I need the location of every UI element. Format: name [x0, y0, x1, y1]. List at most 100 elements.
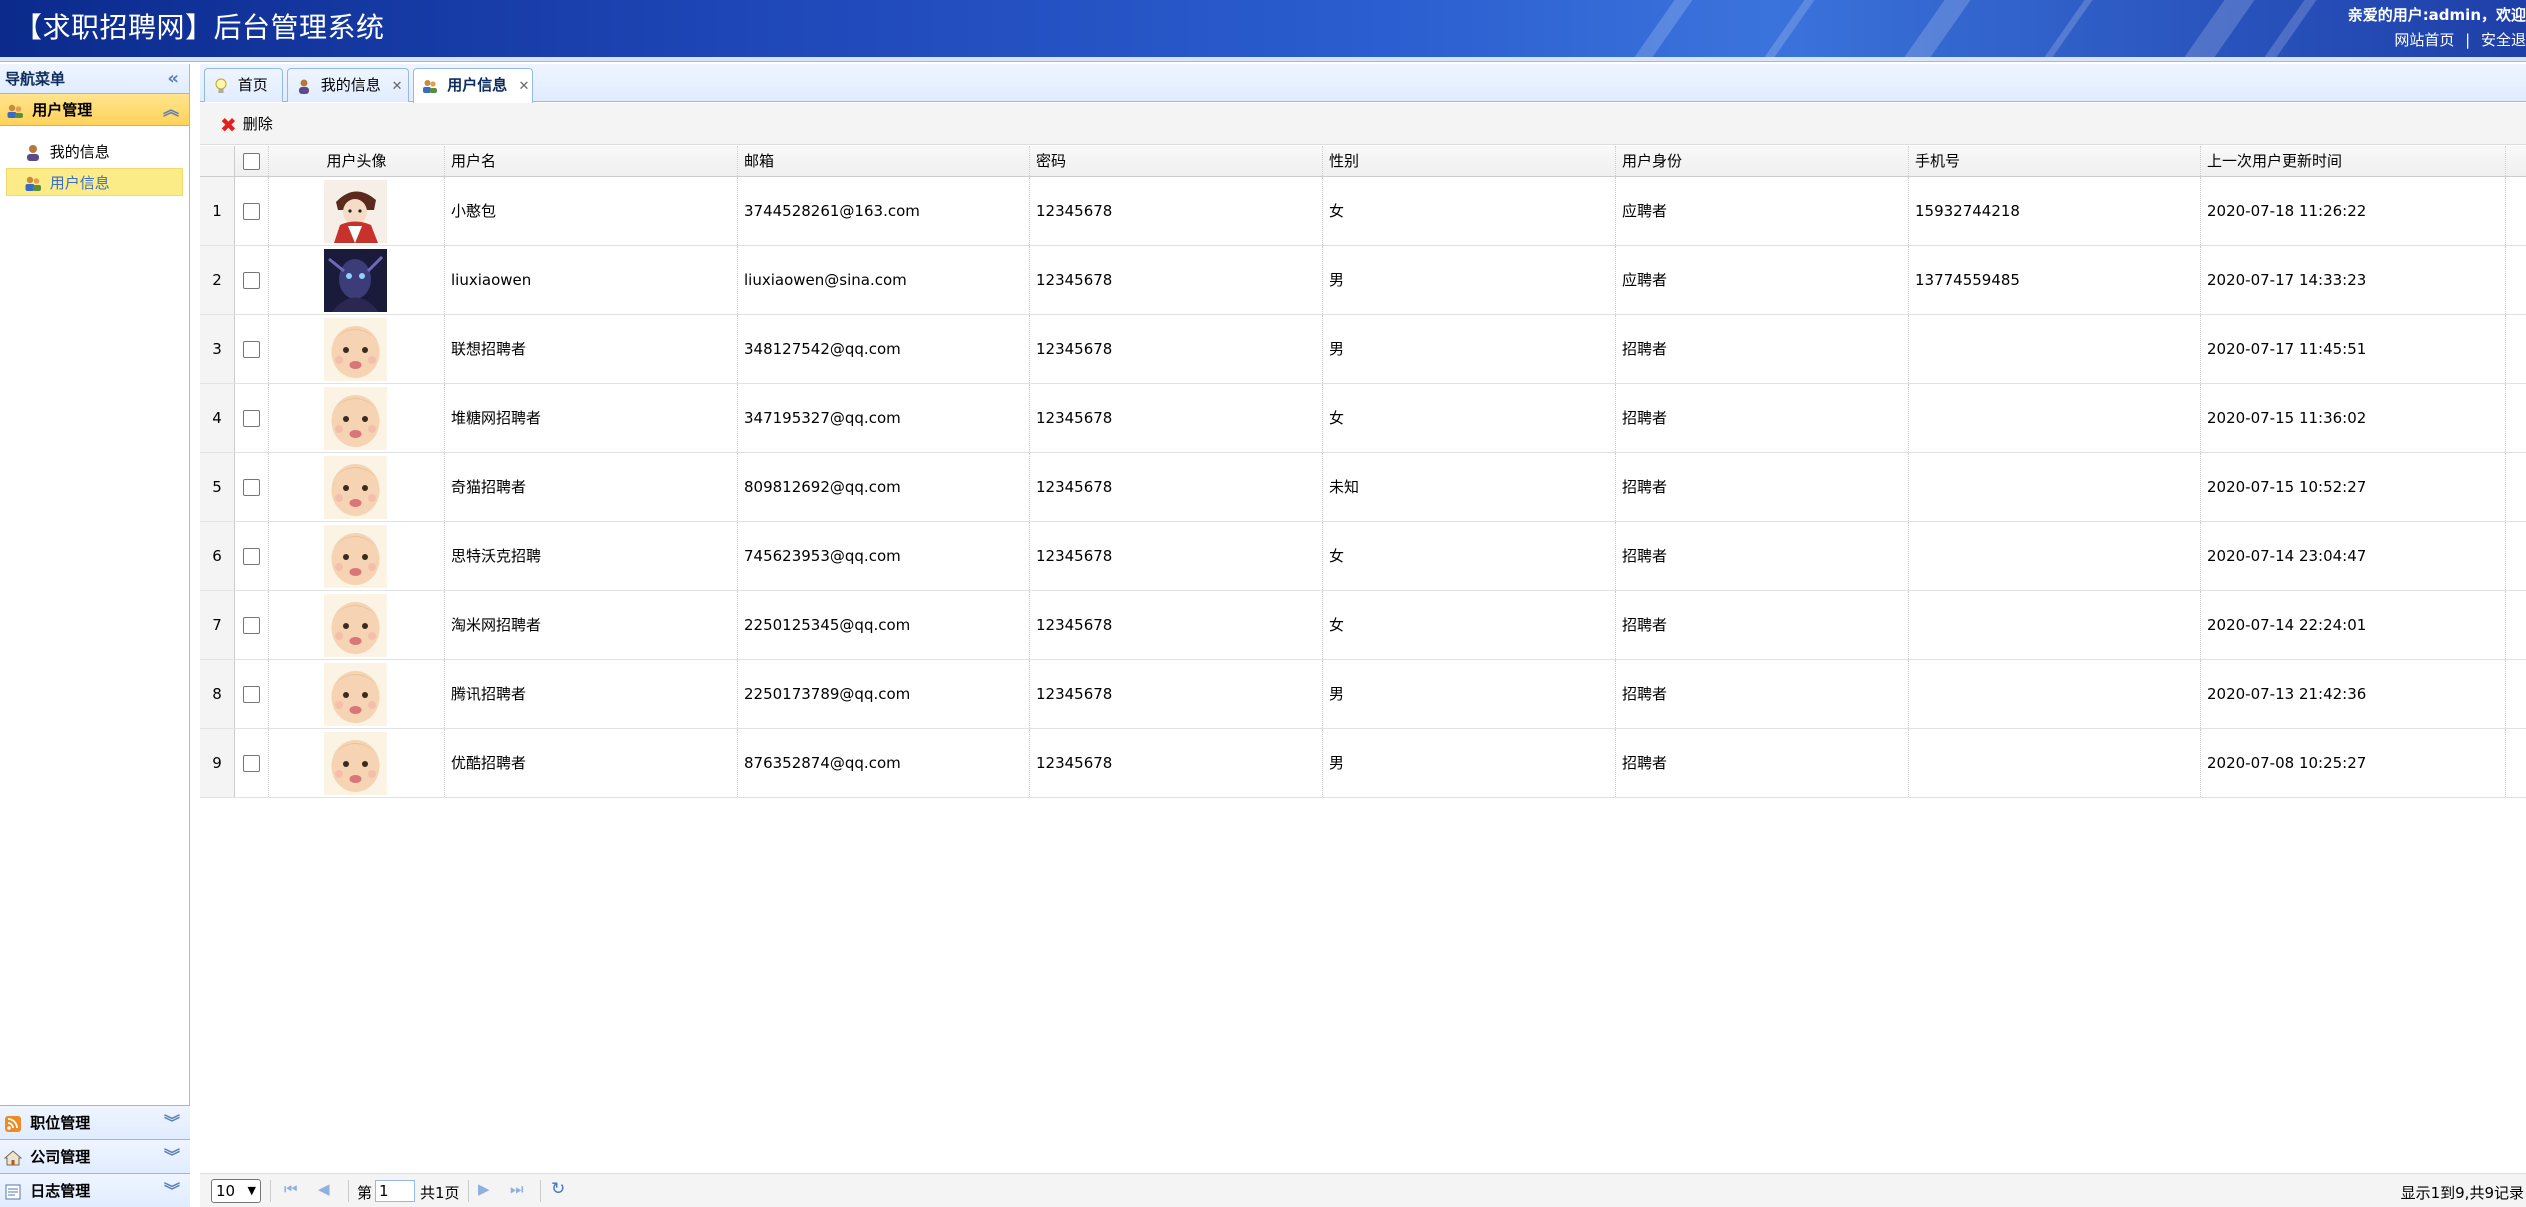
- cell-phone: [1909, 729, 2201, 797]
- tab-my-info[interactable]: 我的信息 ✕: [287, 68, 409, 102]
- col-header-updated[interactable]: 上一次用户更新时间: [2201, 146, 2506, 176]
- row-checkbox[interactable]: [243, 548, 260, 565]
- cell-avatar: [269, 384, 445, 452]
- chevron-down-icon[interactable]: ︾: [164, 1106, 180, 1140]
- link-separator: |: [2465, 31, 2471, 49]
- collapsed-groups: 职位管理 ︾ 公司管理 ︾ 日志管理 ︾: [0, 1105, 190, 1207]
- cell-role: 招聘者: [1616, 729, 1909, 797]
- row-checkbox[interactable]: [243, 341, 260, 358]
- sidebar-header: 导航菜单 «: [0, 64, 189, 94]
- cell-email: 876352874@qq.com: [738, 729, 1030, 797]
- users-icon: [25, 176, 41, 191]
- page-size-select[interactable]: 10 ▼: [211, 1179, 261, 1203]
- prev-page-icon[interactable]: ◀: [318, 1180, 330, 1198]
- cell-email: 348127542@qq.com: [738, 315, 1030, 383]
- cell-avatar: [269, 177, 445, 245]
- sidebar-group-company-management[interactable]: 公司管理 ︾: [0, 1139, 190, 1173]
- cell-username: 优酷招聘者: [445, 729, 738, 797]
- cell-gender: 男: [1323, 315, 1616, 383]
- cell-avatar: [269, 246, 445, 314]
- col-header-phone[interactable]: 手机号: [1909, 146, 2201, 176]
- row-number: 3: [200, 315, 235, 383]
- row-checkbox[interactable]: [243, 203, 260, 220]
- sidebar-item-user-info[interactable]: 用户信息: [6, 168, 183, 196]
- delete-button[interactable]: ✖ 删除: [220, 111, 273, 137]
- cell-username: 小憨包: [445, 177, 738, 245]
- tab-home[interactable]: 首页: [204, 68, 283, 102]
- chevron-up-icon[interactable]: ︽: [163, 94, 179, 126]
- col-header-gender[interactable]: 性别: [1323, 146, 1616, 176]
- table-row[interactable]: 9 优酷招聘者 876352874@qq.com 12345678 男招聘者 2020-0…: [200, 729, 2526, 798]
- avatar: [324, 318, 387, 381]
- row-number: 6: [200, 522, 235, 590]
- table-row[interactable]: 8 腾讯招聘者 2250173789@qq.com 12345678 男招聘者 2020-…: [200, 660, 2526, 729]
- col-header-password[interactable]: 密码: [1030, 146, 1323, 176]
- site-home-link[interactable]: 网站首页: [2394, 31, 2454, 49]
- col-header-role[interactable]: 用户身份: [1616, 146, 1909, 176]
- row-checkbox[interactable]: [243, 479, 260, 496]
- sidebar-group-label: 公司管理: [30, 1148, 91, 1166]
- cell-username: 淘米网招聘者: [445, 591, 738, 659]
- sidebar-item-label: 用户信息: [49, 174, 110, 192]
- cell-avatar: [269, 729, 445, 797]
- table-row[interactable]: 4 堆糖网招聘者 347195327@qq.com 12345678 女招聘者 2020-…: [200, 384, 2526, 453]
- col-header-avatar[interactable]: 用户头像: [269, 146, 445, 176]
- sidebar-items: 我的信息 用户信息: [0, 126, 189, 196]
- sidebar-group-log-management[interactable]: 日志管理 ︾: [0, 1173, 190, 1207]
- cell-email: 745623953@qq.com: [738, 522, 1030, 590]
- row-select-cell: [235, 315, 269, 383]
- col-header-email[interactable]: 邮箱: [738, 146, 1030, 176]
- page-prefix: 第: [357, 1184, 373, 1202]
- row-checkbox[interactable]: [243, 272, 260, 289]
- user-grid: 用户头像 用户名 邮箱 密码 性别 用户身份 手机号 上一次用户更新时间 1 小憨…: [200, 146, 2526, 798]
- select-all-checkbox[interactable]: [243, 153, 260, 170]
- last-page-icon[interactable]: ⏭: [510, 1180, 524, 1198]
- table-row[interactable]: 5 奇猫招聘者 809812692@qq.com 12345678 未知 招聘者 2020-…: [200, 453, 2526, 522]
- users-icon: [7, 104, 23, 118]
- table-row[interactable]: 2 liuxiaowen liuxiaowen@sina.com 12345678 男应…: [200, 246, 2526, 315]
- cell-email: 347195327@qq.com: [738, 384, 1030, 452]
- cell-role: 招聘者: [1616, 315, 1909, 383]
- row-checkbox[interactable]: [243, 617, 260, 634]
- table-row[interactable]: 6 思特沃克招聘 745623953@qq.com 12345678 女招聘者 2020-…: [200, 522, 2526, 591]
- row-checkbox[interactable]: [243, 755, 260, 772]
- delete-label: 删除: [242, 115, 273, 133]
- row-select-cell: [235, 660, 269, 728]
- chevron-down-icon[interactable]: ︾: [164, 1140, 180, 1174]
- avatar: [324, 594, 387, 657]
- sidebar-item-label: 我的信息: [49, 143, 110, 161]
- cell-updated: 2020-07-14 22:24:01: [2201, 591, 2506, 659]
- col-header-username[interactable]: 用户名: [445, 146, 738, 176]
- sidebar-group-label: 日志管理: [30, 1182, 91, 1200]
- next-page-icon[interactable]: ▶: [478, 1180, 490, 1198]
- row-checkbox[interactable]: [243, 410, 260, 427]
- refresh-icon[interactable]: ↻: [551, 1179, 565, 1199]
- chevron-down-icon[interactable]: ︾: [164, 1174, 180, 1207]
- cell-password: 12345678: [1030, 522, 1323, 590]
- avatar: [324, 456, 387, 519]
- page-number-input[interactable]: 1: [375, 1180, 415, 1202]
- sidebar-group-user-management[interactable]: 用户管理 ︽: [0, 94, 189, 126]
- table-row[interactable]: 3 联想招聘者 348127542@qq.com 12345678 男招聘者 2020-0…: [200, 315, 2526, 384]
- sidebar-group-job-management[interactable]: 职位管理 ︾: [0, 1105, 190, 1139]
- row-checkbox[interactable]: [243, 686, 260, 703]
- safe-exit-link[interactable]: 安全退: [2481, 31, 2526, 49]
- cell-role: 应聘者: [1616, 246, 1909, 314]
- table-row[interactable]: 1 小憨包 3744528261@163.com 12345678 女应聘者 159327…: [200, 177, 2526, 246]
- tab-user-info[interactable]: 用户信息 ✕: [413, 68, 533, 103]
- lightbulb-icon: [215, 78, 227, 93]
- collapse-sidebar-icon[interactable]: «: [167, 64, 179, 94]
- first-page-icon[interactable]: ⏮: [284, 1180, 298, 1198]
- close-tab-icon[interactable]: ✕: [518, 79, 529, 94]
- cell-password: 12345678: [1030, 591, 1323, 659]
- sidebar-item-my-info[interactable]: 我的信息: [6, 138, 183, 166]
- table-row[interactable]: 7 淘米网招聘者 2250125345@qq.com 12345678 女招聘者 2020…: [200, 591, 2526, 660]
- close-tab-icon[interactable]: ✕: [392, 79, 403, 94]
- row-select-cell: [235, 729, 269, 797]
- cell-gender: 女: [1323, 591, 1616, 659]
- cell-role: 招聘者: [1616, 453, 1909, 521]
- row-select-cell: [235, 591, 269, 659]
- row-select-cell: [235, 177, 269, 245]
- home-icon: [4, 1149, 22, 1165]
- tab-label: 首页: [237, 76, 268, 94]
